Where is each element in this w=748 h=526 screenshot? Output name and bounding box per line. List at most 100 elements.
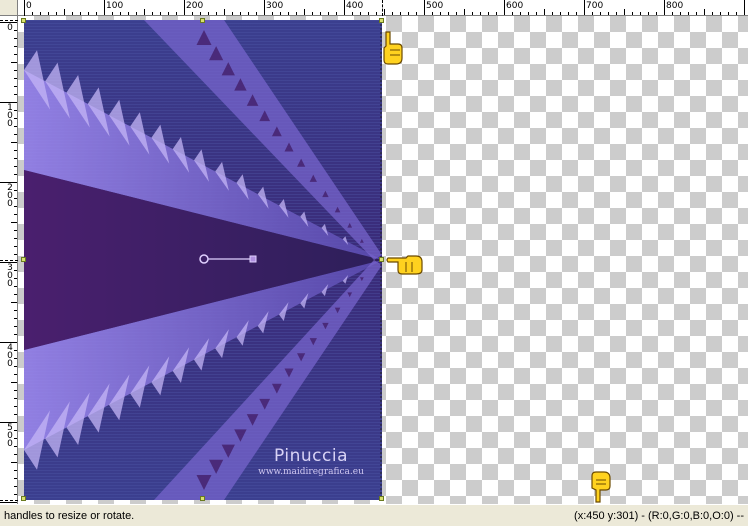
ruler-tick (14, 78, 17, 79)
ruler-tick (14, 38, 17, 39)
ruler-tick (14, 230, 17, 231)
ruler-corner (0, 0, 18, 16)
ruler-label: 600 (506, 1, 524, 11)
ruler-tick (416, 12, 417, 15)
ruler-tick (456, 12, 457, 15)
ruler-tick (384, 9, 385, 15)
resize-handle-bottom-center[interactable] (200, 496, 205, 501)
ruler-tick (672, 12, 673, 15)
ruler-tick (14, 150, 17, 151)
ruler-tick (14, 358, 17, 359)
ruler-tick (14, 334, 17, 335)
ruler-tick (360, 12, 361, 15)
watermark-url: www.maidiregrafica.eu (258, 467, 364, 477)
ruler-tick (14, 246, 17, 247)
ruler-tick (144, 9, 145, 15)
ruler-tick (336, 12, 337, 15)
ruler-tick (216, 12, 217, 15)
ruler-tick (520, 12, 521, 15)
ruler-tick (248, 12, 249, 15)
ruler-tick (288, 12, 289, 15)
resize-handle-top-center[interactable] (200, 18, 205, 23)
ruler-selection-marker (24, 0, 25, 16)
ruler-tick (280, 12, 281, 15)
ruler-tick (14, 54, 17, 55)
ruler-tick (400, 12, 401, 15)
ruler-label: 0 (26, 1, 32, 11)
ruler-tick (624, 9, 625, 15)
ruler-tick (464, 9, 465, 15)
ruler-tick (184, 0, 185, 15)
ruler-tick (696, 12, 697, 15)
ruler-tick (11, 302, 17, 303)
ruler-tick (568, 12, 569, 15)
ruler-tick (576, 12, 577, 15)
ruler-tick (256, 12, 257, 15)
ruler-label: 300 (266, 1, 284, 11)
ruler-tick (14, 270, 17, 271)
ruler-tick (11, 382, 17, 383)
ruler-tick (408, 12, 409, 15)
status-coordinates: (x:450 y:301) - (R:0,G:0,B:0,O:0) -- (574, 510, 744, 522)
ruler-tick (14, 254, 17, 255)
ruler-tick (736, 12, 737, 15)
ruler-tick (11, 62, 17, 63)
rotation-handle[interactable] (198, 252, 258, 266)
ruler-tick (312, 12, 313, 15)
ruler-tick (14, 310, 17, 311)
ruler-tick (72, 12, 73, 15)
resize-handle-top-left[interactable] (21, 18, 26, 23)
ruler-label: 800 (666, 1, 684, 11)
ruler-label: 0 (7, 23, 13, 33)
resize-handle-bottom-right[interactable] (379, 496, 384, 501)
ruler-tick (104, 0, 105, 15)
ruler-tick (432, 12, 433, 15)
ruler-tick (14, 286, 17, 287)
ruler-label: 400 (346, 1, 364, 11)
ruler-tick (240, 12, 241, 15)
ruler-tick (488, 12, 489, 15)
ruler-tick (200, 12, 201, 15)
ruler-tick (14, 438, 17, 439)
ruler-tick (11, 462, 17, 463)
ruler-tick (656, 12, 657, 15)
ruler-tick (14, 158, 17, 159)
ruler-tick (11, 222, 17, 223)
ruler-tick (496, 12, 497, 15)
ruler-label: 200 (186, 1, 204, 11)
resize-handle-middle-left[interactable] (21, 257, 26, 262)
ruler-tick (552, 12, 553, 15)
vertical-ruler: 0 100 200 300 400 500 (0, 16, 18, 504)
pointing-hand-icon (591, 471, 611, 503)
ruler-tick (560, 12, 561, 15)
ruler-tick (584, 0, 585, 15)
ruler-tick (14, 134, 17, 135)
ruler-tick (392, 12, 393, 15)
ruler-selection-marker (0, 500, 18, 501)
ruler-tick (14, 446, 17, 447)
ruler-tick (14, 374, 17, 375)
ruler-tick (14, 470, 17, 471)
image-canvas[interactable]: Pinuccia www.maidiregrafica.eu (18, 16, 748, 504)
ruler-tick (14, 198, 17, 199)
status-hint: handles to resize or rotate. (4, 510, 135, 522)
ruler-tick (14, 318, 17, 319)
ruler-tick (96, 12, 97, 15)
ruler-tick (344, 0, 345, 15)
ruler-tick (176, 12, 177, 15)
ruler-tick (304, 9, 305, 15)
resize-handle-bottom-left[interactable] (21, 496, 26, 501)
ruler-label: 300 (7, 263, 13, 289)
ruler-tick (160, 12, 161, 15)
ruler-tick (64, 9, 65, 15)
status-bar: handles to resize or rotate. (x:450 y:30… (0, 504, 748, 526)
ruler-tick (14, 398, 17, 399)
ruler-label: 400 (7, 343, 13, 369)
ruler-tick (232, 12, 233, 15)
ruler-tick (14, 478, 17, 479)
ruler-tick (14, 326, 17, 327)
resize-handle-top-right[interactable] (379, 18, 384, 23)
ruler-tick (14, 174, 17, 175)
resize-handle-middle-right[interactable] (379, 257, 384, 262)
ruler-tick (40, 12, 41, 15)
